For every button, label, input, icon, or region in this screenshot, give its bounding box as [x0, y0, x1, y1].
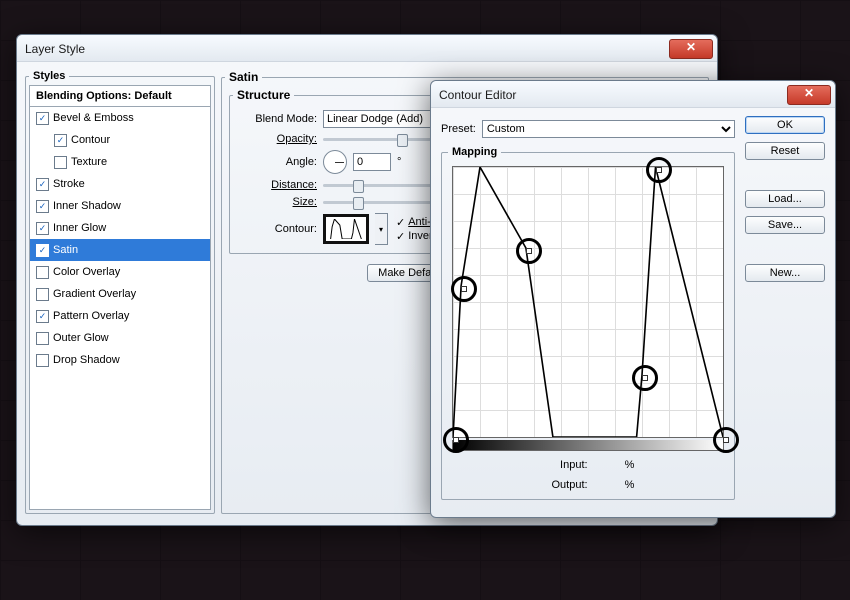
- style-option-label: Stroke: [53, 178, 85, 190]
- opacity-label: Opacity:: [237, 133, 317, 145]
- layer-style-title: Layer Style: [25, 42, 85, 56]
- style-option-inner-shadow[interactable]: ✓ Inner Shadow: [30, 195, 210, 217]
- style-option-label: Contour: [71, 134, 110, 146]
- checkbox-icon[interactable]: ✓: [36, 112, 49, 125]
- checkbox-icon[interactable]: ✓: [54, 134, 67, 147]
- checkbox-icon[interactable]: ✓: [36, 200, 49, 213]
- blend-mode-label: Blend Mode:: [237, 113, 317, 125]
- checkbox-icon[interactable]: [36, 354, 49, 367]
- checkbox-icon[interactable]: ✓: [36, 310, 49, 323]
- style-option-bevel-emboss[interactable]: ✓ Bevel & Emboss: [30, 107, 210, 129]
- style-option-inner-glow[interactable]: ✓ Inner Glow: [30, 217, 210, 239]
- style-option-label: Drop Shadow: [53, 354, 120, 366]
- style-option-label: Color Overlay: [53, 266, 120, 278]
- style-option-label: Texture: [71, 156, 107, 168]
- mapping-group: Mapping Input: % Output: %: [441, 146, 735, 500]
- style-option-label: Bevel & Emboss: [53, 112, 134, 124]
- output-label: Output:: [542, 479, 588, 491]
- gradient-bar: [452, 440, 724, 451]
- checkbox-icon[interactable]: [36, 288, 49, 301]
- contour-label: Contour:: [237, 223, 317, 235]
- angle-input[interactable]: [353, 153, 391, 171]
- contour-editor-title: Contour Editor: [439, 88, 516, 102]
- contour-point[interactable]: [451, 276, 477, 302]
- style-option-label: Satin: [53, 244, 78, 256]
- pct-label: %: [625, 479, 635, 491]
- blending-options-header[interactable]: Blending Options: Default: [30, 86, 210, 107]
- style-option-stroke[interactable]: ✓ Stroke: [30, 173, 210, 195]
- style-option-gradient-overlay[interactable]: Gradient Overlay: [30, 283, 210, 305]
- ok-button[interactable]: OK: [745, 116, 825, 134]
- checkbox-icon[interactable]: ✓: [36, 244, 49, 257]
- contour-editor-window: Contour Editor Preset: Custom Mapping: [430, 80, 836, 518]
- save-button[interactable]: Save...: [745, 216, 825, 234]
- load-button[interactable]: Load...: [745, 190, 825, 208]
- pct-label: %: [625, 459, 635, 471]
- styles-legend: Styles: [29, 70, 69, 82]
- contour-point[interactable]: [516, 238, 542, 264]
- preset-label: Preset:: [441, 123, 476, 135]
- style-option-color-overlay[interactable]: Color Overlay: [30, 261, 210, 283]
- style-option-drop-shadow[interactable]: Drop Shadow: [30, 349, 210, 371]
- contour-point[interactable]: [443, 427, 469, 453]
- checkbox-icon[interactable]: [54, 156, 67, 169]
- contour-point[interactable]: [646, 157, 672, 183]
- preset-select[interactable]: Custom: [482, 120, 735, 138]
- contour-point[interactable]: [632, 365, 658, 391]
- new-button[interactable]: New...: [745, 264, 825, 282]
- satin-legend: Satin: [225, 70, 262, 84]
- style-option-pattern-overlay[interactable]: ✓ Pattern Overlay: [30, 305, 210, 327]
- close-icon[interactable]: [787, 85, 831, 105]
- style-option-satin[interactable]: ✓ Satin: [30, 239, 210, 261]
- checkbox-icon[interactable]: [36, 266, 49, 279]
- input-label: Input:: [542, 459, 588, 471]
- style-option-contour[interactable]: ✓ Contour: [30, 129, 210, 151]
- layer-style-titlebar[interactable]: Layer Style: [17, 35, 717, 62]
- reset-button[interactable]: Reset: [745, 142, 825, 160]
- distance-label: Distance:: [237, 179, 317, 191]
- style-option-texture[interactable]: Texture: [30, 151, 210, 173]
- mapping-legend: Mapping: [448, 146, 501, 158]
- contour-dropdown-icon[interactable]: [375, 213, 388, 245]
- contour-picker[interactable]: [323, 214, 369, 244]
- style-option-label: Pattern Overlay: [53, 310, 129, 322]
- contour-editor-titlebar[interactable]: Contour Editor: [431, 81, 835, 108]
- checkbox-icon[interactable]: ✓: [36, 178, 49, 191]
- styles-list: Blending Options: Default ✓ Bevel & Embos…: [29, 85, 211, 510]
- styles-panel: Styles Blending Options: Default ✓ Bevel …: [25, 70, 215, 514]
- angle-dial[interactable]: [323, 150, 347, 174]
- style-option-label: Outer Glow: [53, 332, 109, 344]
- structure-legend: Structure: [233, 88, 294, 102]
- checkbox-icon: ✓: [396, 230, 405, 243]
- style-option-outer-glow[interactable]: Outer Glow: [30, 327, 210, 349]
- style-option-label: Inner Shadow: [53, 200, 121, 212]
- angle-label: Angle:: [237, 156, 317, 168]
- checkbox-icon[interactable]: [36, 332, 49, 345]
- checkbox-icon[interactable]: ✓: [36, 222, 49, 235]
- size-label: Size:: [237, 196, 317, 208]
- angle-unit: °: [397, 156, 401, 168]
- style-option-label: Gradient Overlay: [53, 288, 136, 300]
- contour-point[interactable]: [713, 427, 739, 453]
- checkbox-icon: ✓: [396, 216, 405, 229]
- close-icon[interactable]: [669, 39, 713, 59]
- style-option-label: Inner Glow: [53, 222, 106, 234]
- contour-graph[interactable]: [452, 166, 724, 438]
